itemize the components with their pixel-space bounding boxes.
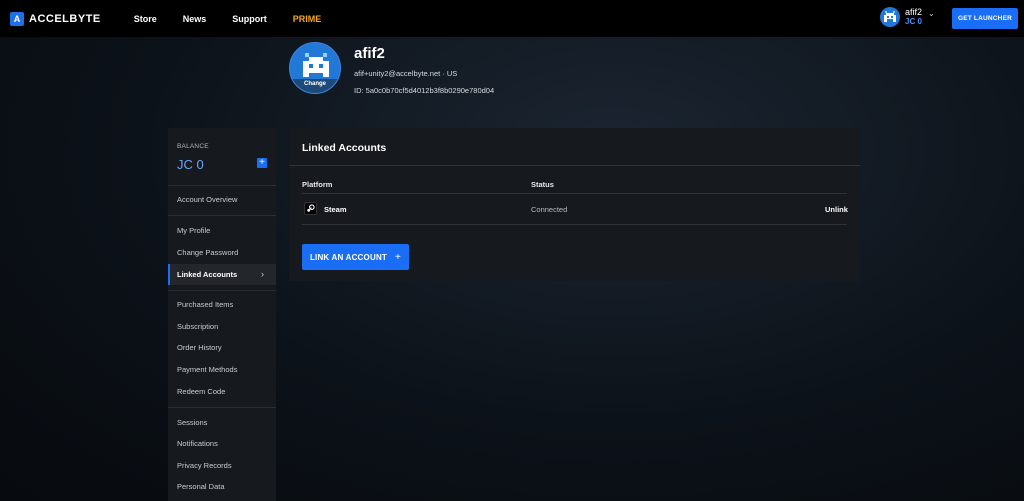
nav-store[interactable]: Store — [134, 14, 157, 24]
accelbyte-logo[interactable]: A ACCELBYTE — [10, 11, 101, 26]
add-balance-button[interactable]: + — [257, 158, 267, 168]
nav-prime[interactable]: PRIME — [293, 14, 322, 24]
sidebar-item-notifications[interactable]: Notifications — [168, 433, 276, 454]
nav-news[interactable]: News — [183, 14, 207, 24]
profile-id: ID: 5a0c0b70cf5d4012b3f8b0290e780d04 — [354, 86, 495, 95]
sidebar-item-linked-accounts[interactable]: Linked Accounts › — [168, 264, 276, 285]
sidebar-item-order-history[interactable]: Order History — [168, 337, 276, 358]
sidebar-item-personal-data[interactable]: Personal Data — [168, 476, 276, 497]
panel-title: Linked Accounts — [302, 142, 387, 154]
balance-value: JC 0 — [177, 157, 204, 172]
sidebar-item-payment-methods[interactable]: Payment Methods — [168, 359, 276, 380]
table-divider — [302, 224, 847, 225]
platform-status: Connected — [531, 205, 568, 214]
user-name: afif2 — [905, 7, 923, 17]
sidebar-item-label: Linked Accounts — [177, 270, 238, 279]
column-header-platform: Platform — [302, 180, 333, 189]
balance-label: BALANCE — [177, 143, 209, 150]
profile-name: afif2 — [354, 45, 385, 62]
sidebar-item-account-overview[interactable]: Account Overview — [168, 189, 276, 210]
sidebar-divider — [168, 290, 276, 291]
link-account-button[interactable]: LINK AN ACCOUNT + — [302, 244, 409, 270]
sidebar-divider — [168, 185, 276, 186]
profile-avatar[interactable]: Change — [289, 42, 341, 94]
space-invader-icon — [884, 11, 896, 22]
main-nav: Store News Support PRIME — [134, 14, 348, 24]
column-header-status: Status — [531, 180, 554, 189]
panel-divider — [289, 165, 860, 166]
change-avatar-label: Change — [303, 81, 326, 87]
user-menu[interactable]: afif2 JC 0 ⌄ — [880, 7, 935, 27]
unlink-button[interactable]: Unlink — [825, 205, 848, 214]
top-navbar: A ACCELBYTE Store News Support PRIME afi… — [0, 0, 1024, 37]
user-balance: JC 0 — [905, 17, 922, 26]
user-avatar — [880, 7, 900, 27]
plus-icon: + — [395, 251, 402, 263]
logo-text: ACCELBYTE — [29, 12, 101, 25]
sidebar-item-purchased-items[interactable]: Purchased Items — [168, 294, 276, 315]
sidebar-item-subscription[interactable]: Subscription — [168, 316, 276, 337]
sidebar-item-redeem-code[interactable]: Redeem Code — [168, 381, 276, 402]
sidebar-item-change-password[interactable]: Change Password — [168, 242, 276, 263]
sidebar-item-my-profile[interactable]: My Profile — [168, 220, 276, 241]
account-sidebar: BALANCE JC 0 + Account Overview My Profi… — [168, 128, 276, 501]
linked-accounts-panel: Linked Accounts Platform Status Steam Co… — [289, 128, 860, 281]
sidebar-item-sessions[interactable]: Sessions — [168, 412, 276, 433]
platform-name: Steam — [324, 205, 347, 214]
accelbyte-logo-icon: A — [10, 11, 24, 26]
chevron-down-icon[interactable]: ⌄ — [928, 9, 935, 18]
profile-header: Change afif2 afif+unity2@accelbyte.net ·… — [289, 42, 494, 95]
table-divider — [302, 193, 847, 194]
sidebar-divider — [168, 215, 276, 216]
link-account-label: LINK AN ACCOUNT — [309, 252, 388, 262]
nav-support[interactable]: Support — [232, 14, 267, 24]
chevron-right-icon: › — [261, 269, 264, 279]
get-launcher-button[interactable]: GET LAUNCHER — [952, 8, 1018, 29]
sidebar-divider — [168, 407, 276, 408]
profile-email: afif+unity2@accelbyte.net · US — [354, 69, 458, 78]
steam-icon — [304, 202, 317, 215]
sidebar-item-privacy-records[interactable]: Privacy Records — [168, 455, 276, 476]
